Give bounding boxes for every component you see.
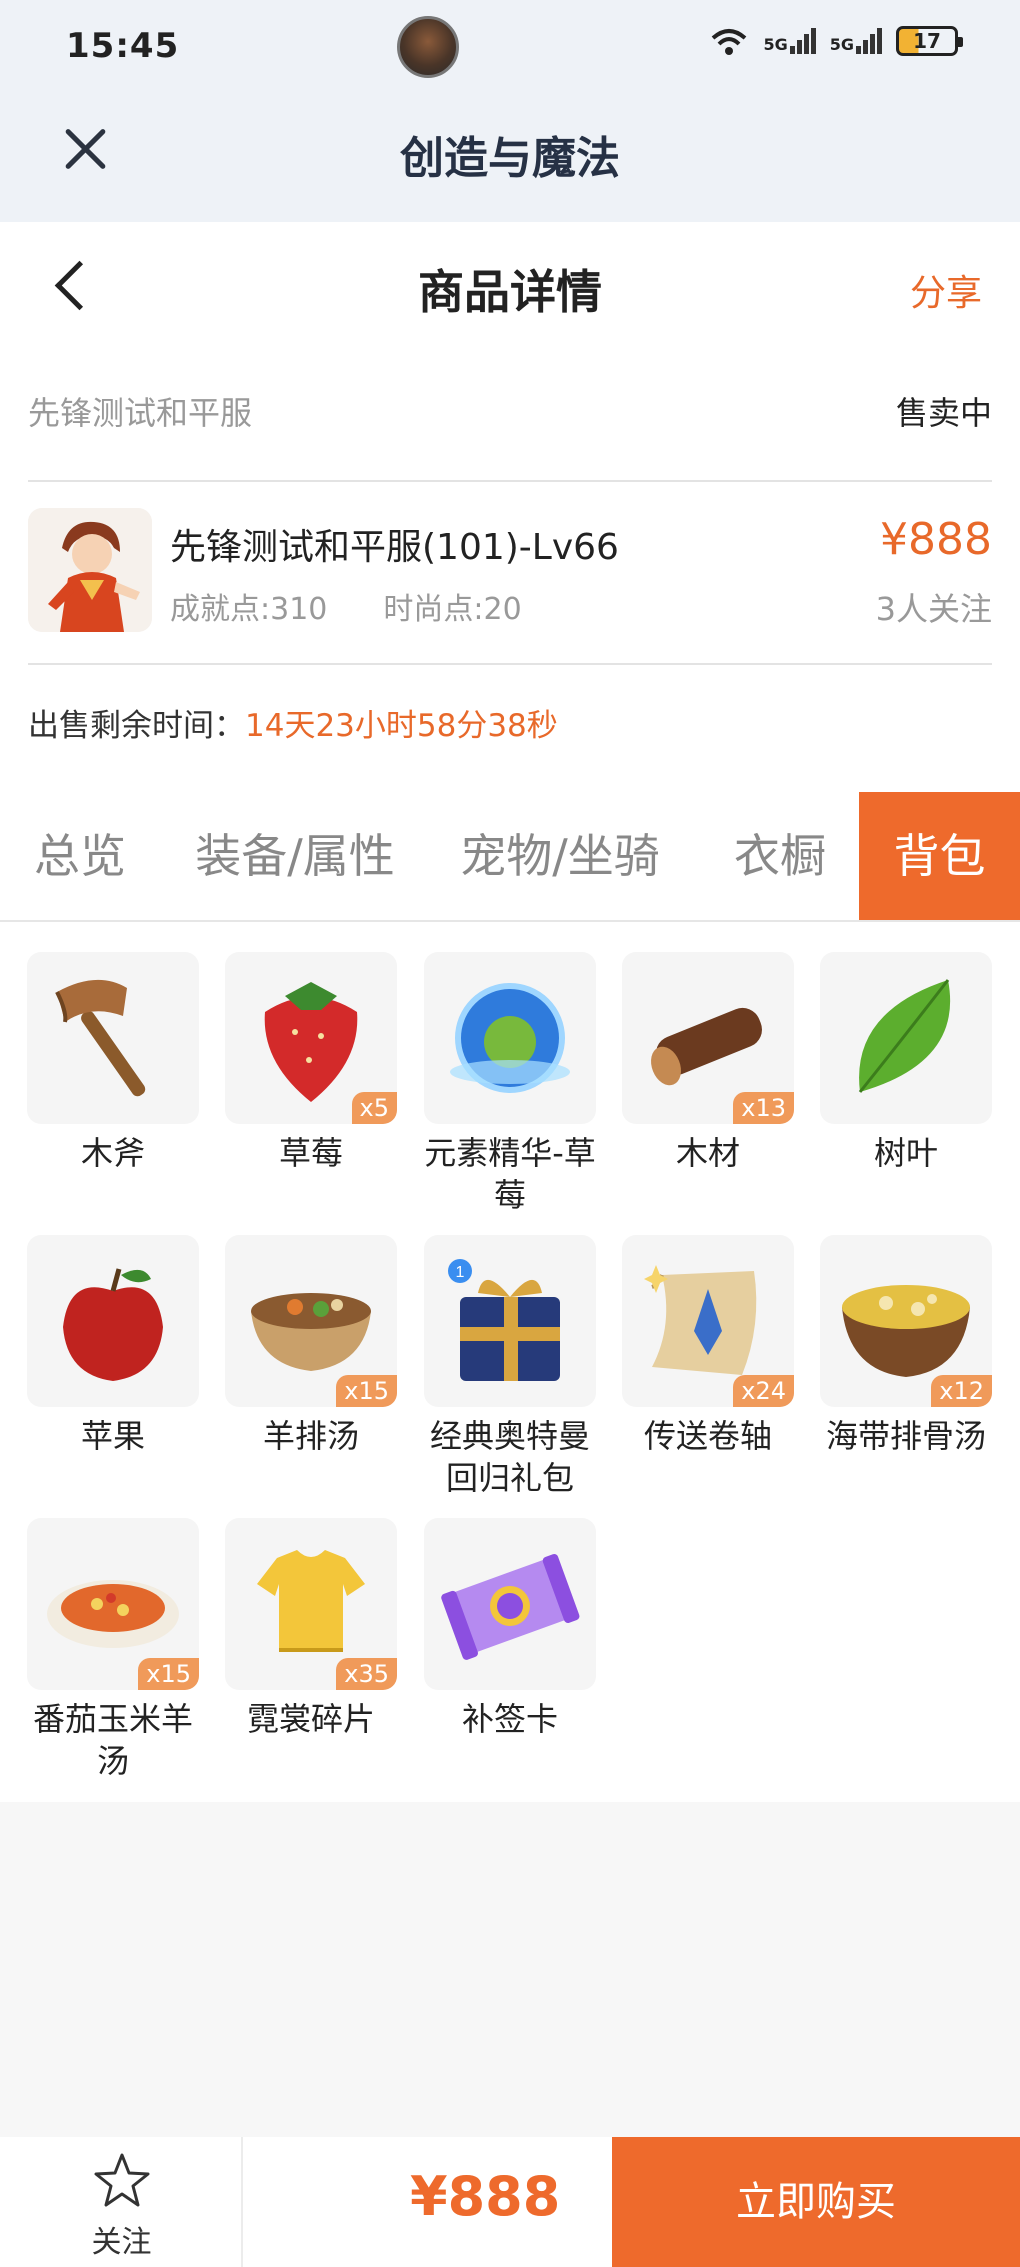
page-nav: 商品详情 分享 bbox=[0, 222, 1020, 352]
item-quantity: x12 bbox=[931, 1375, 992, 1407]
item-name: 补签卡 bbox=[461, 1700, 558, 1738]
status-indicators: 5G 5G 17 bbox=[709, 26, 963, 56]
apple-icon bbox=[27, 1235, 199, 1407]
buy-now-button[interactable]: 立即购买 bbox=[612, 2137, 1020, 2267]
strawberry-icon: x5 bbox=[225, 952, 397, 1124]
app-header: 创造与魔法 bbox=[0, 96, 1020, 222]
gift-pack-icon: 1 bbox=[424, 1235, 596, 1407]
game-notification-icon bbox=[397, 16, 459, 78]
item-name: 霓裳碎片 bbox=[246, 1700, 375, 1738]
item-quantity: x24 bbox=[733, 1375, 794, 1407]
inventory-item[interactable]: x15 番茄玉米羊汤 bbox=[27, 1518, 199, 1782]
signal-label: 5G bbox=[763, 35, 788, 54]
item-name: 番茄玉米羊汤 bbox=[32, 1700, 193, 1780]
inventory-item[interactable]: x5 草莓 bbox=[225, 952, 397, 1174]
inventory-item[interactable]: 补签卡 bbox=[424, 1518, 596, 1740]
inventory-item[interactable]: x15 羊排汤 bbox=[225, 1235, 397, 1457]
sale-status: 售卖中 bbox=[895, 394, 992, 432]
tomato-corn-soup-icon: x15 bbox=[27, 1518, 199, 1690]
item-name: 羊排汤 bbox=[262, 1417, 359, 1455]
remaining-time-label: 出售剩余时间： bbox=[28, 708, 245, 744]
seller-row: 先锋测试和平服 售卖中 bbox=[28, 388, 992, 438]
signal-icon-2: 5G bbox=[830, 28, 882, 54]
wifi-icon bbox=[712, 29, 747, 55]
follow-button[interactable]: 关注 bbox=[0, 2137, 243, 2267]
item-name: 草莓 bbox=[278, 1134, 343, 1172]
svg-text:1: 1 bbox=[456, 1264, 465, 1281]
fashion-points: 时尚点:20 bbox=[383, 592, 522, 627]
divider bbox=[28, 480, 992, 482]
character-name: 先锋测试和平服(101)-Lv66 bbox=[170, 527, 619, 568]
inventory-item[interactable]: 树叶 bbox=[820, 952, 992, 1174]
inventory-item[interactable]: x13 木材 bbox=[622, 952, 794, 1174]
inventory-grid: 木斧 x5 草莓 元素精华-草莓 x13 木材 树叶 苹果 x15 羊排汤 1 … bbox=[0, 922, 1020, 1802]
tab-wardrobe[interactable]: 衣橱 bbox=[705, 792, 855, 920]
lamb-soup-icon: x15 bbox=[225, 1235, 397, 1407]
star-icon bbox=[94, 2153, 150, 2207]
item-name: 木斧 bbox=[80, 1134, 145, 1172]
status-bar: 15:45 5G 5G 17 bbox=[0, 0, 1020, 96]
garment-fragment-icon: x35 bbox=[225, 1518, 397, 1690]
item-quantity: x5 bbox=[351, 1092, 397, 1124]
teleport-scroll-icon: x24 bbox=[622, 1235, 794, 1407]
item-quantity: x13 bbox=[733, 1092, 794, 1124]
follower-count: 3人关注 bbox=[875, 590, 992, 628]
status-time: 15:45 bbox=[66, 26, 180, 66]
character-stats: 成就点:310 时尚点:20 bbox=[170, 584, 522, 628]
detail-tabs: 总览 装备/属性 宠物/坐骑 衣橱 背包 bbox=[0, 792, 1020, 922]
inventory-item[interactable]: 元素精华-草莓 bbox=[424, 952, 596, 1216]
item-name: 传送卷轴 bbox=[643, 1417, 772, 1455]
item-quantity: x15 bbox=[138, 1658, 199, 1690]
item-name: 苹果 bbox=[80, 1417, 145, 1455]
listing-card: 商品详情 分享 先锋测试和平服 售卖中 先锋测试和平服(101)-Lv66 成就… bbox=[0, 222, 1020, 792]
character-avatar bbox=[28, 508, 152, 632]
inventory-item[interactable]: x35 霓裳碎片 bbox=[225, 1518, 397, 1740]
remaining-time: 出售剩余时间：14天23小时58分38秒 bbox=[28, 700, 558, 745]
listing-price: ¥888 bbox=[880, 514, 992, 565]
achievement-points: 成就点:310 bbox=[170, 592, 328, 627]
tab-equipment[interactable]: 装备/属性 bbox=[180, 792, 410, 920]
bottom-price: ¥888 bbox=[410, 2165, 561, 2228]
tab-pets[interactable]: 宠物/坐骑 bbox=[445, 792, 675, 920]
item-name: 树叶 bbox=[873, 1134, 938, 1172]
remaining-time-value: 14天23小时58分38秒 bbox=[245, 708, 558, 744]
tab-backpack[interactable]: 背包 bbox=[859, 792, 1020, 920]
inventory-item[interactable]: 木斧 bbox=[27, 952, 199, 1174]
item-name: 海带排骨汤 bbox=[825, 1417, 986, 1455]
top-area: 15:45 5G 5G 17 创造与魔法 bbox=[0, 0, 1020, 222]
item-name: 元素精华-草莓 bbox=[424, 1134, 596, 1214]
share-button[interactable]: 分享 bbox=[910, 264, 982, 316]
item-quantity: x35 bbox=[336, 1658, 397, 1690]
battery-icon: 17 bbox=[896, 26, 963, 56]
signal-icon: 5G bbox=[763, 28, 816, 54]
item-name: 经典奥特曼回归礼包 bbox=[429, 1417, 590, 1497]
item-quantity: x15 bbox=[336, 1375, 397, 1407]
item-name: 木材 bbox=[675, 1134, 740, 1172]
app-title: 创造与魔法 bbox=[400, 133, 620, 184]
inventory-item[interactable]: x12 海带排骨汤 bbox=[820, 1235, 992, 1457]
battery-level: 17 bbox=[913, 29, 941, 53]
bottom-bar: 关注 ¥888 立即购买 bbox=[0, 2137, 1020, 2267]
inventory-item[interactable]: 苹果 bbox=[27, 1235, 199, 1457]
wooden-axe-icon bbox=[27, 952, 199, 1124]
follow-label: 关注 bbox=[91, 2225, 152, 2260]
element-essence-icon bbox=[424, 952, 596, 1124]
divider bbox=[28, 663, 992, 665]
inventory-item[interactable]: x24 传送卷轴 bbox=[622, 1235, 794, 1457]
makeup-sign-card-icon bbox=[424, 1518, 596, 1690]
kelp-rib-soup-icon: x12 bbox=[820, 1235, 992, 1407]
page-title: 商品详情 bbox=[418, 265, 602, 319]
seller-name: 先锋测试和平服 bbox=[28, 394, 253, 432]
tab-overview[interactable]: 总览 bbox=[0, 792, 160, 920]
signal-label-2: 5G bbox=[829, 35, 854, 54]
wood-log-icon: x13 bbox=[622, 952, 794, 1124]
leaf-icon bbox=[820, 952, 992, 1124]
inventory-item[interactable]: 1 经典奥特曼回归礼包 bbox=[424, 1235, 596, 1499]
